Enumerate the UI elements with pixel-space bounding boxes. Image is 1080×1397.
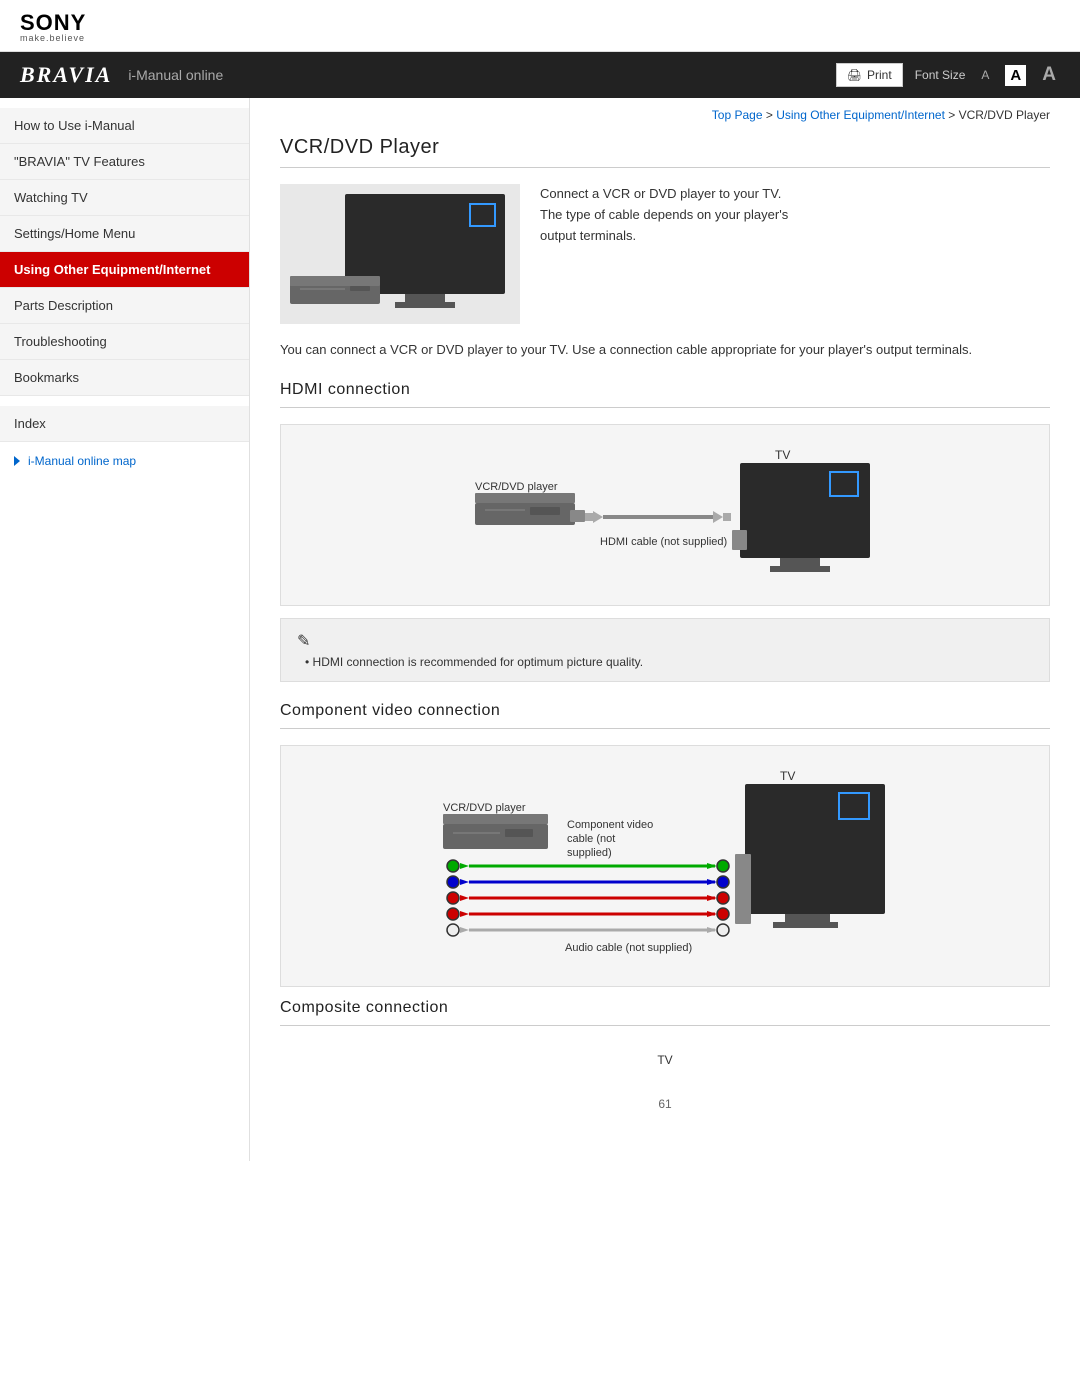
breadcrumb-top-page[interactable]: Top Page (712, 108, 763, 122)
bravia-bar: BRAVIA i-Manual online 🖨 Print Font Size… (0, 52, 1080, 98)
svg-text:VCR/DVD player: VCR/DVD player (475, 481, 558, 493)
sidebar-item-how-to-use[interactable]: How to Use i-Manual (0, 108, 249, 144)
bravia-right: 🖨 Print Font Size A A A (836, 62, 1060, 88)
desc-para: You can connect a VCR or DVD player to y… (280, 340, 1050, 361)
hdmi-note-text: HDMI connection is recommended for optim… (305, 655, 1033, 669)
breadcrumb-sep1: > (766, 108, 776, 122)
font-size-label: Font Size (915, 68, 966, 82)
print-label: Print (867, 68, 892, 82)
tv-illustration (280, 184, 520, 324)
composite-tv-label-area: TV (280, 1042, 1050, 1077)
svg-text:Audio cable (not supplied): Audio cable (not supplied) (565, 942, 692, 954)
printer-icon: 🖨 (847, 68, 862, 82)
svg-text:TV: TV (780, 769, 795, 783)
hdmi-diagram-svg: TV VCR/DVD player (445, 445, 885, 585)
content-area: Top Page > Using Other Equipment/Interne… (250, 98, 1080, 1161)
svg-text:HDMI cable (not supplied): HDMI cable (not supplied) (600, 536, 727, 548)
sidebar-item-parts-description[interactable]: Parts Description (0, 288, 249, 324)
svg-text:supplied): supplied) (567, 847, 612, 859)
sony-logo-text: SONY (20, 12, 1060, 34)
breadcrumb-sep2: > (948, 108, 958, 122)
title-divider (280, 167, 1050, 168)
composite-divider (280, 1025, 1050, 1026)
hdmi-section-title: HDMI connection (280, 381, 1050, 399)
hdmi-diagram-container: TV VCR/DVD player (280, 424, 1050, 606)
top-bar: SONY make.believe (0, 0, 1080, 52)
tv-intro-svg (285, 189, 515, 319)
component-diagram-container: TV VCR/DVD player Co (280, 745, 1050, 987)
breadcrumb-current: VCR/DVD Player (959, 108, 1050, 122)
sidebar-map-link[interactable]: i-Manual online map (0, 442, 249, 480)
map-link-label: i-Manual online map (28, 454, 136, 468)
font-size-small[interactable]: A (977, 66, 993, 84)
sidebar-item-bookmarks[interactable]: Bookmarks (0, 360, 249, 396)
sidebar-index[interactable]: Index (0, 406, 249, 442)
breadcrumb: Top Page > Using Other Equipment/Interne… (280, 108, 1050, 122)
bravia-subtitle: i-Manual online (128, 67, 223, 83)
sidebar-item-watching-tv[interactable]: Watching TV (0, 180, 249, 216)
svg-text:cable (not: cable (not (567, 833, 615, 845)
sony-tagline: make.believe (20, 34, 1060, 43)
sidebar-item-troubleshooting[interactable]: Troubleshooting (0, 324, 249, 360)
svg-text:TV: TV (775, 448, 790, 462)
sidebar-item-using-other-equipment[interactable]: Using Other Equipment/Internet (0, 252, 249, 288)
breadcrumb-using-equipment[interactable]: Using Other Equipment/Internet (776, 108, 945, 122)
print-button[interactable]: 🖨 Print (836, 63, 903, 87)
main-container: How to Use i-Manual "BRAVIA" TV Features… (0, 98, 1080, 1161)
bravia-title: BRAVIA (20, 62, 112, 88)
page-number: 61 (658, 1097, 671, 1111)
sidebar: How to Use i-Manual "BRAVIA" TV Features… (0, 98, 250, 1161)
arrow-icon (14, 456, 20, 466)
svg-text:Component video: Component video (567, 819, 653, 831)
component-diagram-svg: TV VCR/DVD player Co (425, 766, 905, 966)
component-divider (280, 728, 1050, 729)
component-section-title: Component video connection (280, 702, 1050, 720)
font-size-large[interactable]: A (1038, 62, 1060, 88)
bravia-left: BRAVIA i-Manual online (20, 62, 223, 88)
sony-logo: SONY make.believe (20, 12, 1060, 43)
composite-tv-label: TV (657, 1053, 672, 1067)
sidebar-item-settings-home[interactable]: Settings/Home Menu (0, 216, 249, 252)
font-size-medium[interactable]: A (1005, 65, 1026, 86)
page-title: VCR/DVD Player (280, 136, 1050, 159)
intro-text: Connect a VCR or DVD player to your TV. … (540, 184, 788, 324)
intro-section: Connect a VCR or DVD player to your TV. … (280, 184, 1050, 324)
sidebar-item-bravia-features[interactable]: "BRAVIA" TV Features (0, 144, 249, 180)
page-footer: 61 (280, 1077, 1050, 1131)
hdmi-note-box: ✎ HDMI connection is recommended for opt… (280, 618, 1050, 682)
composite-section-title: Composite connection (280, 999, 1050, 1017)
note-icon: ✎ (297, 631, 1033, 651)
svg-text:VCR/DVD player: VCR/DVD player (443, 802, 526, 814)
hdmi-divider (280, 407, 1050, 408)
